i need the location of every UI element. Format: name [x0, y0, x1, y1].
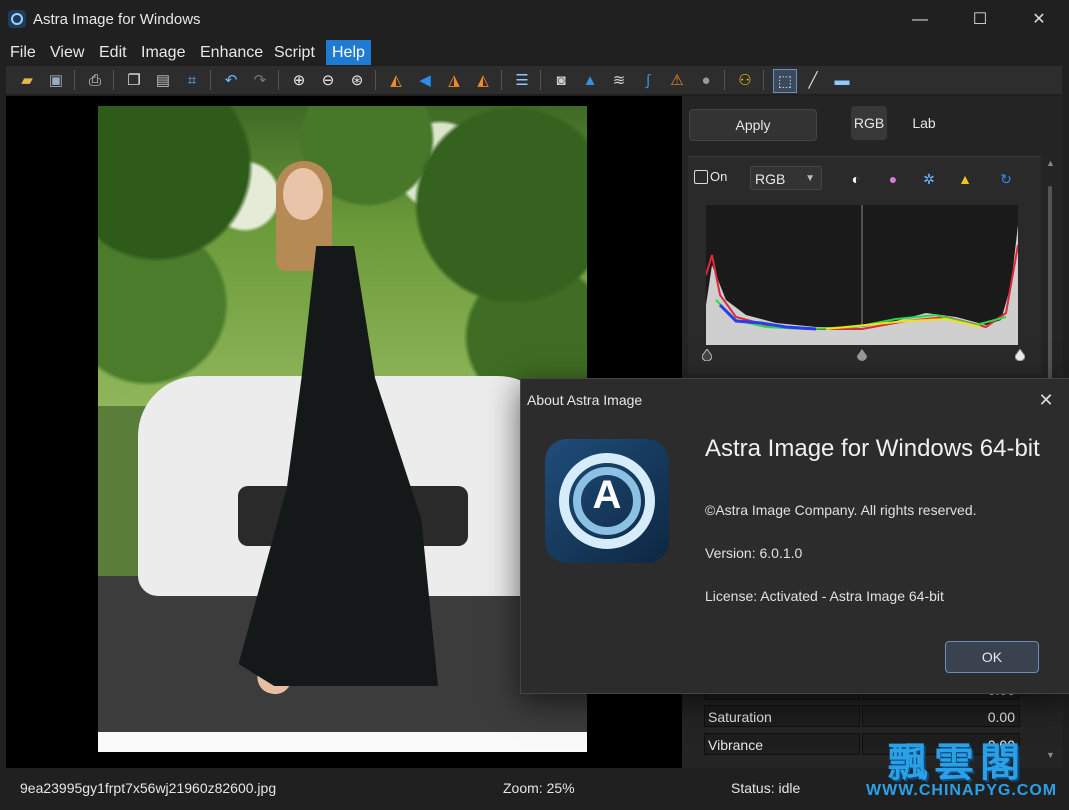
status-state: Status: idle: [731, 780, 801, 796]
window-title: Astra Image for Windows: [33, 11, 201, 28]
line-tool-icon[interactable]: ╱: [802, 69, 824, 91]
status-zoom: Zoom: 25%: [503, 780, 575, 796]
title-bar: Astra Image for Windows — ☐ ✕: [0, 0, 1069, 40]
contrast-icon[interactable]: ◐: [848, 171, 864, 187]
save-icon[interactable]: ▣: [45, 69, 67, 91]
dialog-close-icon[interactable]: ✕: [1033, 387, 1059, 413]
dialog-title: About Astra Image: [527, 392, 643, 408]
app-icon[interactable]: [8, 10, 26, 28]
dialog-heading: Astra Image for Windows 64-bit: [705, 435, 1040, 462]
toolbar-separator: [278, 70, 279, 90]
chevron-down-icon: ▼: [805, 173, 815, 184]
status-filename: 9ea23995gy1frpt7x56wj21960z82600.jpg: [20, 780, 277, 796]
histogram-section: On RGB ▼ ◐ ● ✲ ▲ ↻: [688, 156, 1041, 375]
toolbar-separator: [375, 70, 376, 90]
about-dialog: About Astra Image ✕ A Astra Image for Wi…: [520, 378, 1069, 694]
flip-horizontal-icon[interactable]: ◭: [385, 69, 407, 91]
photo-face: [283, 168, 323, 220]
zoom-fit-icon[interactable]: ⊛: [346, 69, 368, 91]
tab-lab[interactable]: Lab: [906, 106, 942, 140]
menu-enhance[interactable]: Enhance: [194, 40, 269, 65]
toolbar-separator: [113, 70, 114, 90]
rotate-left-icon[interactable]: ◮: [443, 69, 465, 91]
astra-logo-icon: A: [545, 439, 669, 563]
scroll-up-icon[interactable]: ▲: [1046, 158, 1055, 168]
on-label: On: [710, 169, 728, 184]
gear-icon[interactable]: ✲: [921, 171, 937, 187]
print-icon[interactable]: ⎙: [84, 69, 106, 91]
color-wheel-icon[interactable]: ●: [885, 171, 901, 187]
paste-icon[interactable]: ▤: [152, 69, 174, 91]
menu-view[interactable]: View: [44, 40, 90, 65]
toolbar-separator: [74, 70, 75, 90]
flip-vertical-icon[interactable]: ◀: [414, 69, 436, 91]
copyright-text: ©Astra Image Company. All rights reserve…: [705, 502, 977, 518]
midpoint-handle[interactable]: [857, 348, 867, 361]
selection-rect-icon[interactable]: ⬚: [773, 69, 797, 93]
undo-icon[interactable]: ↶: [220, 69, 242, 91]
menu-bar: File View Edit Image Enhance Script Help: [0, 40, 1069, 65]
open-folder-icon[interactable]: ▰: [16, 69, 38, 91]
toolbar-separator: [501, 70, 502, 90]
channel-select-value: RGB: [755, 171, 786, 187]
menu-file[interactable]: File: [4, 40, 42, 65]
toolbar-separator: [763, 70, 764, 90]
version-text: Version: 6.0.1.0: [705, 545, 803, 561]
on-checkbox[interactable]: [694, 170, 708, 184]
menu-help[interactable]: Help: [326, 40, 371, 65]
adjustment-row-saturation: Saturation 0.00: [704, 705, 1020, 729]
watermark-url: WWW.CHINAPYG.COM: [866, 782, 1058, 799]
photo: [98, 106, 587, 752]
license-text: License: Activated - Astra Image 64-bit: [705, 588, 944, 604]
toolbar-separator: [210, 70, 211, 90]
menu-edit[interactable]: Edit: [93, 40, 133, 65]
minimize-button[interactable]: —: [897, 0, 943, 40]
logo-letter: A: [592, 473, 622, 517]
rotate-right-icon[interactable]: ◭: [472, 69, 494, 91]
ok-button[interactable]: OK: [945, 641, 1039, 673]
sphere-icon[interactable]: ●: [695, 69, 717, 91]
channel-select[interactable]: RGB ▼: [750, 166, 822, 190]
photo-border: [98, 732, 587, 752]
white-point-handle[interactable]: [1014, 348, 1026, 362]
warning-icon[interactable]: ▲: [957, 171, 973, 187]
warning-icon[interactable]: ⚠: [666, 69, 688, 91]
saturation-label: Saturation: [704, 705, 860, 727]
menu-image[interactable]: Image: [135, 40, 191, 65]
apply-button[interactable]: Apply: [689, 109, 817, 141]
curves-icon[interactable]: ∫: [637, 69, 659, 91]
redo-icon[interactable]: ↷: [249, 69, 271, 91]
zoom-out-icon[interactable]: ⊖: [317, 69, 339, 91]
histogram[interactable]: [705, 205, 1019, 345]
toolbar-separator: [540, 70, 541, 90]
python-icon[interactable]: ⚇: [734, 69, 756, 91]
watermark: 飄雲閣 WWW.CHINAPYG.COM: [866, 730, 1066, 806]
close-button[interactable]: ✕: [1016, 0, 1062, 40]
histogram-plot: [705, 205, 1019, 345]
watermark-chinese: 飄雲閣: [888, 741, 1026, 785]
horizontal-line-icon[interactable]: ▬: [831, 69, 853, 91]
sharpen-icon[interactable]: ▲: [579, 69, 601, 91]
vibrance-label: Vibrance: [704, 733, 860, 755]
crop-icon[interactable]: ⌗: [181, 69, 203, 91]
layers-icon[interactable]: ≋: [608, 69, 630, 91]
toolbar: ▰ ▣ ⎙ ❐ ▤ ⌗ ↶ ↷ ⊕ ⊖ ⊛ ◭ ◀ ◮ ◭ ☰ ◙ ▲ ≋ ∫ …: [6, 66, 1062, 94]
zoom-in-icon[interactable]: ⊕: [288, 69, 310, 91]
copy-icon[interactable]: ❐: [123, 69, 145, 91]
tab-rgb[interactable]: RGB: [851, 106, 887, 140]
menu-script[interactable]: Script: [268, 40, 321, 65]
black-point-handle[interactable]: [701, 348, 713, 362]
layout-icon[interactable]: ☰: [511, 69, 533, 91]
maximize-button[interactable]: ☐: [957, 0, 1003, 40]
reset-icon[interactable]: ↻: [998, 171, 1014, 187]
toolbar-separator: [724, 70, 725, 90]
camera-icon[interactable]: ◙: [550, 69, 572, 91]
saturation-value[interactable]: 0.00: [862, 705, 1020, 727]
